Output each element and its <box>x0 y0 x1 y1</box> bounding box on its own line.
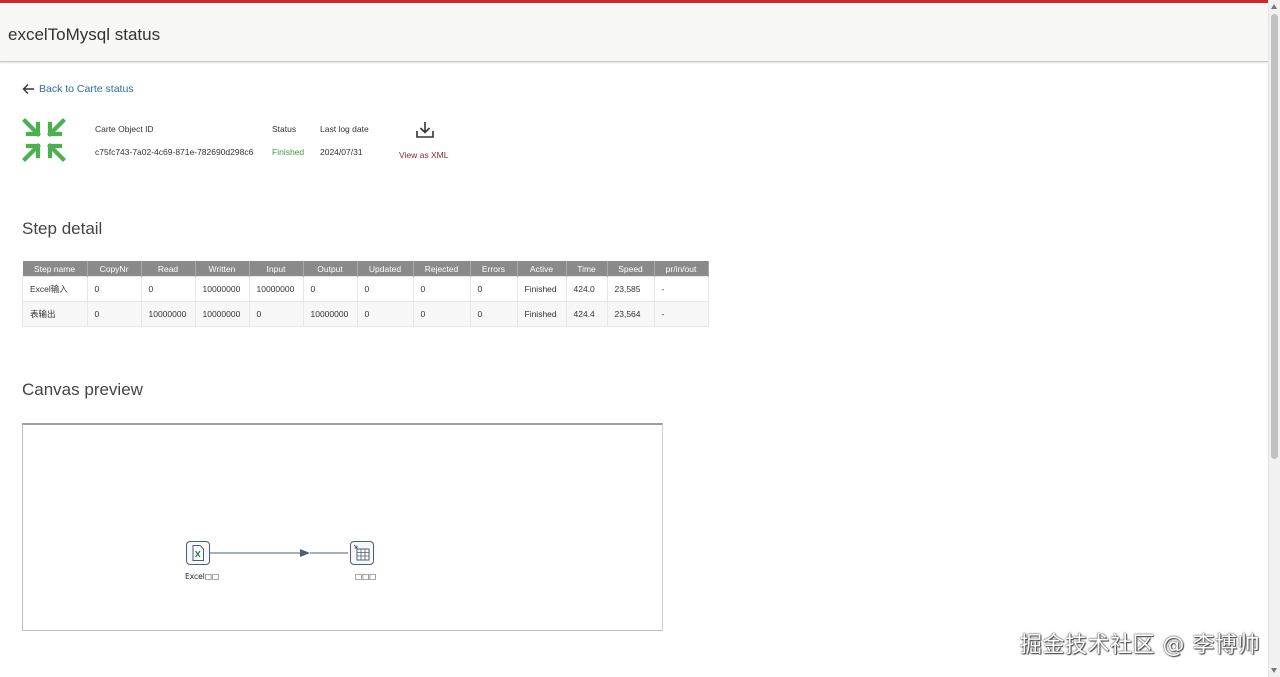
table-cell: 0 <box>303 277 357 302</box>
step-node-label: □□□ <box>355 572 376 581</box>
column-header: Output <box>303 261 357 277</box>
column-header: Speed <box>607 261 654 277</box>
last-log-date-label: Last log date <box>320 124 369 134</box>
back-to-carte-status-link[interactable]: Back to Carte status <box>22 83 134 95</box>
table-cell: 10000000 <box>303 302 357 327</box>
table-cell: 10000000 <box>195 302 249 327</box>
download-icon[interactable] <box>414 120 436 140</box>
back-link-label: Back to Carte status <box>39 83 134 95</box>
status-value: Finished <box>272 147 304 157</box>
table-cell: 0 <box>141 277 195 302</box>
scrollbar-thumb[interactable] <box>1271 14 1278 459</box>
last-log-date-value: 2024/07/31 <box>320 147 363 157</box>
object-id-value: c75fc743-7a02-4c69-871e-782690d298c6 <box>95 147 253 157</box>
table-cell: 0 <box>470 302 517 327</box>
step-detail-heading: Step detail <box>22 219 102 239</box>
table-cell: 10000000 <box>249 277 303 302</box>
table-cell: Finished <box>517 302 566 327</box>
table-cell: 0 <box>87 302 141 327</box>
step-node-label: Excel□□ <box>185 572 219 581</box>
table-cell: 23,585 <box>607 277 654 302</box>
status-label: Status <box>272 124 296 134</box>
page-header: excelToMysql status <box>0 3 1269 62</box>
table-cell: Finished <box>517 277 566 302</box>
table-cell: Excel输入 <box>23 277 88 302</box>
column-header: Updated <box>357 261 413 277</box>
object-id-label: Carte Object ID <box>95 124 154 134</box>
view-as-xml-link[interactable]: View as XML <box>399 150 448 160</box>
watermark-text: 掘金技术社区 @ 李博帅 <box>1020 627 1260 659</box>
column-header: Rejected <box>413 261 470 277</box>
column-header: Read <box>141 261 195 277</box>
column-header: Errors <box>470 261 517 277</box>
table-cell: - <box>654 277 708 302</box>
canvas-preview[interactable]: Excel□□ □□□ <box>22 423 663 631</box>
column-header: Active <box>517 261 566 277</box>
arrow-left-icon <box>22 83 35 95</box>
table-cell: 0 <box>249 302 303 327</box>
column-header: Time <box>566 261 607 277</box>
table-cell: - <box>654 302 708 327</box>
table-row: 表输出 0 10000000 10000000 0 10000000 0 0 0… <box>23 302 709 327</box>
scroll-up-icon[interactable] <box>1271 4 1277 9</box>
table-header-row: Step name CopyNr Read Written Input Outp… <box>23 261 709 277</box>
excel-input-icon <box>189 544 207 562</box>
column-header: Input <box>249 261 303 277</box>
column-header: Written <box>195 261 249 277</box>
table-cell: 10000000 <box>195 277 249 302</box>
step-node-table-output[interactable] <box>350 541 374 565</box>
table-cell: 23,564 <box>607 302 654 327</box>
transformation-status-icon <box>22 118 66 162</box>
vertical-scrollbar[interactable] <box>1268 0 1280 677</box>
table-cell: 0 <box>357 277 413 302</box>
table-cell: 0 <box>357 302 413 327</box>
table-cell: 424.4 <box>566 302 607 327</box>
table-cell: 0 <box>413 302 470 327</box>
table-cell: 424.0 <box>566 277 607 302</box>
column-header: pr/in/out <box>654 261 708 277</box>
table-cell: 0 <box>413 277 470 302</box>
column-header: CopyNr <box>87 261 141 277</box>
page-title: excelToMysql status <box>8 25 160 45</box>
hop-arrow[interactable] <box>210 547 350 559</box>
scroll-down-icon[interactable] <box>1271 668 1277 673</box>
canvas-preview-heading: Canvas preview <box>22 380 143 400</box>
table-cell: 10000000 <box>141 302 195 327</box>
table-cell: 0 <box>470 277 517 302</box>
column-header: Step name <box>23 261 88 277</box>
step-node-excel-input[interactable] <box>186 541 210 565</box>
table-row: Excel输入 0 0 10000000 10000000 0 0 0 0 Fi… <box>23 277 709 302</box>
table-output-icon <box>353 544 371 562</box>
step-detail-table: Step name CopyNr Read Written Input Outp… <box>22 261 709 327</box>
table-cell: 表输出 <box>23 302 88 327</box>
table-cell: 0 <box>87 277 141 302</box>
